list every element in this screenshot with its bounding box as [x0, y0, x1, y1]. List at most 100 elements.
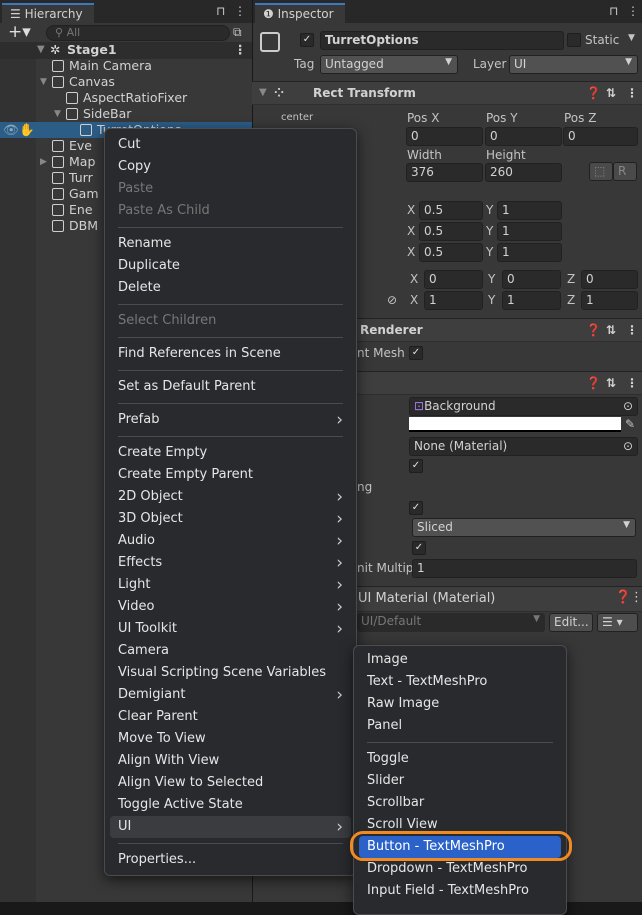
- static-checkbox[interactable]: [567, 33, 581, 47]
- static-dropdown-icon[interactable]: ▼: [628, 33, 635, 43]
- preset-icon[interactable]: ⇅: [606, 82, 616, 104]
- menu-item-effects[interactable]: Effects ›: [110, 552, 351, 574]
- more-icon[interactable]: ⋮: [626, 319, 638, 341]
- menu-item-move-to-view[interactable]: Move To View: [110, 728, 351, 750]
- preset-icon[interactable]: ⇅: [606, 372, 616, 394]
- menu-item-toggle[interactable]: Toggle: [359, 748, 561, 770]
- menu-item-rename[interactable]: Rename: [110, 233, 351, 255]
- menu-item-light[interactable]: Light ›: [110, 574, 351, 596]
- posy-field[interactable]: 0: [485, 127, 562, 146]
- more-icon[interactable]: ⋮: [630, 587, 642, 609]
- expand-arrow-icon[interactable]: ▼: [40, 74, 47, 90]
- hierarchy-row[interactable]: ▼ SideBar: [0, 106, 252, 122]
- raw-edit-button[interactable]: R: [613, 162, 637, 181]
- menu-item-camera[interactable]: Camera: [110, 640, 351, 662]
- blueprint-button[interactable]: ⬚: [589, 162, 613, 181]
- expand-arrow-icon[interactable]: ▼: [37, 42, 45, 58]
- help-icon[interactable]: ❓: [586, 319, 601, 341]
- anchor-max-y-field[interactable]: 1: [497, 222, 562, 241]
- rotation-x-field[interactable]: 0: [424, 270, 483, 289]
- hierarchy-row[interactable]: AspectRatioFixer: [0, 90, 252, 106]
- shader-dropdown[interactable]: UI/Default ▼: [357, 613, 545, 632]
- help-icon[interactable]: ❓: [586, 372, 601, 394]
- menu-item-align-with-view[interactable]: Align With View: [110, 750, 351, 772]
- rect-transform-header[interactable]: ▼ ⁘ Rect Transform ❓ ⇅ ⋮: [252, 81, 642, 105]
- menu-item-toggle-active-state[interactable]: Toggle Active State: [110, 794, 351, 816]
- menu-item-delete[interactable]: Delete: [110, 277, 351, 299]
- menu-item-slider[interactable]: Slider: [359, 770, 561, 792]
- raycast-target-checkbox[interactable]: ✓: [409, 459, 423, 473]
- ppu-field[interactable]: 1: [412, 559, 637, 578]
- anchor-min-y-field[interactable]: 1: [497, 201, 562, 220]
- search-input[interactable]: ⚲ All: [46, 25, 230, 41]
- rotation-z-field[interactable]: 0: [581, 270, 638, 289]
- menu-item-ui[interactable]: UI ›: [110, 816, 351, 838]
- height-field[interactable]: 260: [485, 163, 562, 182]
- object-name-field[interactable]: TurretOptions: [320, 31, 564, 50]
- pivot-y-field[interactable]: 1: [497, 243, 562, 262]
- visibility-icon[interactable]: 👁: [3, 122, 19, 138]
- menu-item-text-textmeshpro[interactable]: Text - TextMeshPro: [359, 671, 561, 693]
- more-icon[interactable]: ⋮: [234, 4, 246, 18]
- posx-field[interactable]: 0: [406, 127, 483, 146]
- preset-icon[interactable]: ⇅: [606, 319, 616, 341]
- tab-inspector[interactable]: ❶ Inspector: [255, 3, 345, 23]
- pivot-x-field[interactable]: 0.5: [419, 243, 483, 262]
- menu-item-image[interactable]: Image: [359, 649, 561, 671]
- menu-item-set-as-default-parent[interactable]: Set as Default Parent: [110, 376, 351, 398]
- menu-item-panel[interactable]: Panel: [359, 715, 561, 737]
- image-type-dropdown[interactable]: Sliced ▼: [412, 518, 636, 537]
- width-field[interactable]: 376: [406, 163, 483, 182]
- menu-item-video[interactable]: Video ›: [110, 596, 351, 618]
- layer-dropdown[interactable]: UI ▼: [509, 55, 638, 74]
- color-field[interactable]: [409, 417, 621, 432]
- expand-arrow-icon[interactable]: ▼: [54, 106, 61, 122]
- help-icon[interactable]: ❓: [586, 82, 601, 104]
- maximize-icon[interactable]: ⧉: [233, 25, 242, 40]
- material-field[interactable]: None (Material) ⊙: [409, 437, 638, 456]
- scale-z-field[interactable]: 1: [581, 291, 638, 310]
- menu-item-find-references-in-scene[interactable]: Find References in Scene: [110, 343, 351, 365]
- menu-item-raw-image[interactable]: Raw Image: [359, 693, 561, 715]
- lock-icon[interactable]: ⊓: [609, 4, 618, 18]
- active-checkbox[interactable]: ✓: [300, 33, 314, 47]
- scale-y-field[interactable]: 1: [502, 291, 561, 310]
- menu-item-demigiant[interactable]: Demigiant ›: [110, 684, 351, 706]
- object-picker-icon[interactable]: ⊙: [623, 439, 633, 453]
- tab-hierarchy[interactable]: ☰ Hierarchy: [2, 3, 94, 23]
- menu-item-properties[interactable]: Properties...: [110, 849, 351, 871]
- constrain-proportions-icon[interactable]: ⊘: [387, 293, 397, 307]
- more-icon[interactable]: ⋮: [626, 372, 638, 394]
- menu-item-create-empty[interactable]: Create Empty: [110, 442, 351, 464]
- hierarchy-row[interactable]: Main Camera: [0, 58, 252, 74]
- menu-item-ui-toolkit[interactable]: UI Toolkit ›: [110, 618, 351, 640]
- scene-row[interactable]: ▼ ✲ Stage1 ⋮: [0, 42, 252, 59]
- rotation-y-field[interactable]: 0: [502, 270, 561, 289]
- menu-item-duplicate[interactable]: Duplicate: [110, 255, 351, 277]
- shader-options-button[interactable]: ☰ ▾: [597, 613, 638, 632]
- menu-item-align-view-to-selected[interactable]: Align View to Selected: [110, 772, 351, 794]
- more-icon[interactable]: ⋮: [626, 82, 638, 104]
- scene-menu-icon[interactable]: ⋮: [234, 42, 247, 58]
- menu-item-clear-parent[interactable]: Clear Parent: [110, 706, 351, 728]
- cull-mesh-checkbox[interactable]: ✓: [409, 346, 423, 360]
- lock-icon[interactable]: ⊓: [216, 4, 225, 18]
- pickable-icon[interactable]: ✋: [19, 122, 35, 138]
- menu-item-3d-object[interactable]: 3D Object ›: [110, 508, 351, 530]
- anchor-max-x-field[interactable]: 0.5: [419, 222, 483, 241]
- menu-item-input-field-textmeshpro[interactable]: Input Field - TextMeshPro: [359, 880, 561, 902]
- fill-center-checkbox[interactable]: ✓: [412, 541, 426, 555]
- menu-item-dropdown-textmeshpro[interactable]: Dropdown - TextMeshPro: [359, 858, 561, 880]
- menu-item-cut[interactable]: Cut: [110, 134, 351, 156]
- maskable-checkbox[interactable]: ✓: [409, 501, 423, 515]
- posz-field[interactable]: 0: [563, 127, 638, 146]
- scale-x-field[interactable]: 1: [424, 291, 483, 310]
- more-icon[interactable]: ⋮: [627, 4, 639, 18]
- foldout-icon[interactable]: ▼: [259, 82, 267, 104]
- edit-shader-button[interactable]: Edit...: [549, 613, 593, 632]
- tag-dropdown[interactable]: Untagged ▼: [320, 55, 458, 74]
- menu-item-2d-object[interactable]: 2D Object ›: [110, 486, 351, 508]
- expand-arrow-icon[interactable]: ▶: [40, 154, 47, 170]
- eyedropper-icon[interactable]: ✎: [625, 417, 635, 431]
- help-icon[interactable]: ❓: [615, 587, 631, 609]
